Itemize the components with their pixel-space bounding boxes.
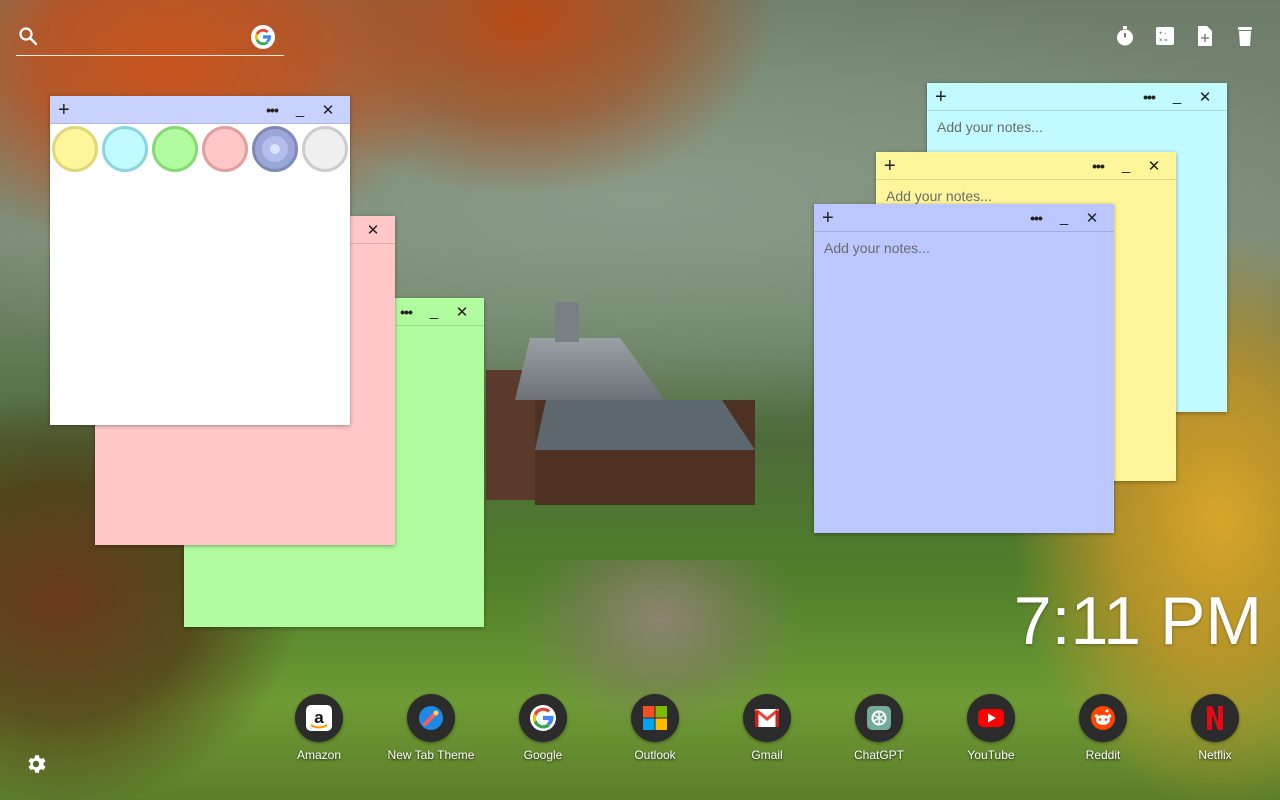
add-note-icon[interactable]: + (935, 87, 949, 107)
minimize-icon[interactable]: _ (1163, 88, 1191, 105)
gmail-icon (743, 694, 791, 742)
more-options-icon[interactable]: ••• (1084, 158, 1112, 174)
sticky-note-purple: + ••• _ ✕ (814, 204, 1114, 533)
note-textarea[interactable] (824, 240, 1104, 524)
clock: 7:11 PM (1013, 583, 1262, 659)
more-options-icon[interactable]: ••• (258, 102, 286, 118)
shortcut-youtube[interactable]: YouTube (935, 694, 1047, 762)
shortcut-netflix[interactable]: Netflix (1159, 694, 1271, 762)
calculator-icon[interactable]: + - × = (1154, 24, 1176, 48)
color-swatch-purple[interactable] (252, 126, 298, 172)
shortcut-label: Outlook (634, 748, 676, 762)
color-swatch-cyan[interactable] (102, 126, 148, 172)
shortcut-label: New Tab Theme (387, 748, 475, 762)
note-toolbar: + ••• _ ✕ (814, 204, 1114, 232)
close-icon[interactable]: ✕ (1140, 157, 1168, 175)
shortcut-dock: a Amazon New Tab Theme Google Outlook Gm… (263, 694, 1271, 762)
google-search-icon[interactable] (251, 25, 275, 49)
close-icon[interactable]: ✕ (1191, 88, 1219, 106)
shortcut-gmail[interactable]: Gmail (711, 694, 823, 762)
shortcut-new-tab-theme[interactable]: New Tab Theme (375, 694, 487, 762)
shortcut-reddit[interactable]: Reddit (1047, 694, 1159, 762)
color-swatch-green[interactable] (152, 126, 198, 172)
search-input[interactable] (50, 24, 250, 50)
outlook-icon (631, 694, 679, 742)
stopwatch-icon[interactable] (1114, 24, 1136, 48)
more-options-icon[interactable]: ••• (392, 304, 420, 320)
close-icon[interactable]: ✕ (1078, 209, 1106, 227)
note-toolbar: + ••• _ ✕ (876, 152, 1176, 180)
selected-indicator (262, 136, 288, 162)
color-swatch-yellow[interactable] (52, 126, 98, 172)
note-toolbar: + ••• _ ✕ (50, 96, 350, 124)
background-barn-roof (515, 338, 665, 400)
search-bar (16, 22, 284, 56)
svg-text:a: a (314, 708, 324, 727)
shortcut-label: Reddit (1085, 748, 1121, 762)
minimize-icon[interactable]: _ (286, 101, 314, 118)
top-toolbar: + - × = (1114, 24, 1256, 48)
minimize-icon[interactable]: _ (420, 303, 448, 320)
color-swatch-gray[interactable] (302, 126, 348, 172)
trash-icon[interactable] (1234, 24, 1256, 48)
shortcut-label: Gmail (751, 748, 783, 762)
svg-text:+ -: + - (1159, 31, 1166, 37)
background-barn-cupola (555, 302, 579, 342)
shortcut-label: Amazon (296, 748, 342, 762)
minimize-icon[interactable]: _ (1050, 209, 1078, 226)
color-palette (50, 124, 350, 174)
note-toolbar: + ••• _ ✕ (927, 83, 1227, 111)
chatgpt-icon (855, 694, 903, 742)
svg-text:× =: × = (1159, 38, 1168, 44)
sticky-note-white: + ••• _ ✕ (50, 96, 350, 425)
close-icon[interactable]: ✕ (359, 221, 387, 239)
shortcut-label: YouTube (967, 748, 1015, 762)
shortcut-google[interactable]: Google (487, 694, 599, 762)
shortcut-outlook[interactable]: Outlook (599, 694, 711, 762)
add-note-icon[interactable]: + (822, 208, 836, 228)
shortcut-amazon[interactable]: a Amazon (263, 694, 375, 762)
youtube-icon (967, 694, 1015, 742)
shortcut-label: Google (523, 748, 563, 762)
minimize-icon[interactable]: _ (1112, 157, 1140, 174)
shortcut-label: ChatGPT (853, 748, 904, 762)
settings-gear-icon[interactable] (24, 752, 48, 776)
new-tab-theme-icon (407, 694, 455, 742)
netflix-icon (1191, 694, 1239, 742)
shortcut-chatgpt[interactable]: ChatGPT (823, 694, 935, 762)
amazon-icon: a (295, 694, 343, 742)
add-note-icon[interactable]: + (58, 100, 72, 120)
google-icon (519, 694, 567, 742)
new-note-icon[interactable] (1194, 24, 1216, 48)
search-icon[interactable] (18, 26, 38, 46)
background-barn-annex-roof (535, 400, 755, 450)
more-options-icon[interactable]: ••• (1022, 210, 1050, 226)
add-note-icon[interactable]: + (884, 156, 898, 176)
close-icon[interactable]: ✕ (448, 303, 476, 321)
more-options-icon[interactable]: ••• (1135, 89, 1163, 105)
close-icon[interactable]: ✕ (314, 101, 342, 119)
shortcut-label: Netflix (1198, 748, 1232, 762)
selected-dot (270, 144, 280, 154)
color-swatch-pink[interactable] (202, 126, 248, 172)
reddit-icon (1079, 694, 1127, 742)
